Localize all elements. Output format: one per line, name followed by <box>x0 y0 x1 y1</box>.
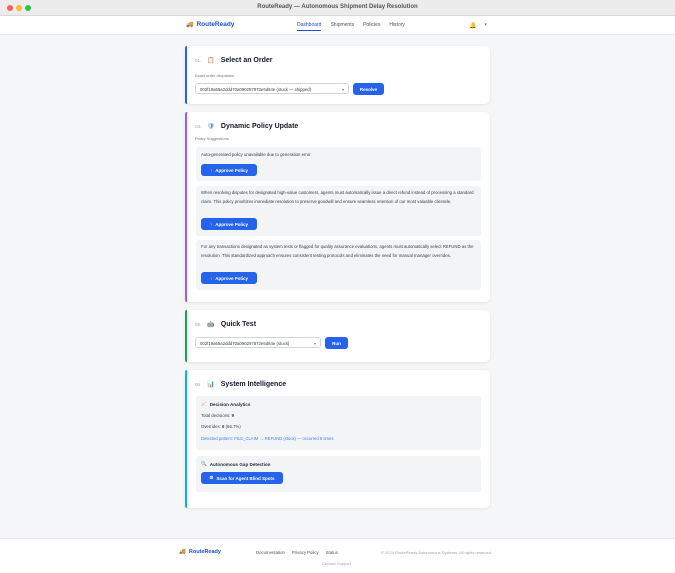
gap-detection-heading: 🔍 Autonomous Gap Detection <box>201 461 270 467</box>
chevron-down-icon: ▾ <box>341 87 344 92</box>
policy-suggestion-text: For any transactions designated as syste… <box>201 244 474 258</box>
main-nav: Dashboard Shipments Policies History <box>297 22 405 31</box>
footer-link-status[interactable]: Status <box>326 550 338 555</box>
footer-logo[interactable]: 🚚 RouteReady <box>179 549 221 555</box>
footer-contact-support[interactable]: Contact Support <box>322 561 351 566</box>
policy-suggestion-item: When resolving disputes for designated h… <box>196 186 481 236</box>
order-select[interactable]: 002f19a65a2ddd70a090297872e6d64e (stuck … <box>195 83 349 94</box>
footer-copyright: © 2024 RouteReady Autonomous Systems. Al… <box>381 550 493 555</box>
step-number: 01. <box>195 58 202 63</box>
card-header: 04. 🛡 Dynamic Policy Update <box>195 123 298 130</box>
card-title: System Intelligence <box>220 381 287 388</box>
footer-link-documentation[interactable]: Documentation <box>256 550 285 555</box>
total-decisions-label: Total decisions: <box>201 413 231 418</box>
shield-icon: 🛡 <box>207 124 215 130</box>
select-order-card: 01. 📋 Select an Order Exact order dropdo… <box>185 46 490 104</box>
approve-policy-label: Approve Policy <box>215 275 248 281</box>
card-title: Dynamic Policy Update <box>220 123 299 130</box>
overrides-percent: (66.7%) <box>225 424 241 429</box>
nav-history[interactable]: History <box>389 22 405 28</box>
approve-policy-label: Approve Policy <box>215 167 248 173</box>
resolve-button[interactable]: Resolve <box>353 83 384 95</box>
overrides-stat: Overrides: 6 (66.7%) <box>201 424 241 429</box>
card-accent <box>185 310 187 362</box>
total-decisions: Total decisions: 9 <box>201 413 234 418</box>
clipboard-icon: 📋 <box>207 58 215 64</box>
decision-analytics-heading: 📈 Decision Analytics <box>201 401 250 407</box>
chevron-down-icon: ▾ <box>313 341 316 346</box>
order-select-value: 002f19a65a2ddd70a090297872e6d64e (stuck … <box>200 87 312 92</box>
footer-link-privacy[interactable]: Privacy Policy <box>292 550 319 555</box>
gap-detection-title: Autonomous Gap Detection <box>209 461 271 467</box>
chart-icon: 📊 <box>207 382 215 388</box>
policy-suggestion-text: Auto-generated policy unavailable due to… <box>201 152 312 157</box>
page-footer: 🚚 RouteReady Documentation Privacy Polic… <box>0 538 675 573</box>
approve-policy-button[interactable]: ↑ Approve Policy <box>201 164 257 176</box>
test-order-select[interactable]: 002f19a65a2ddd70a090297872e6d64e (stuck)… <box>195 337 321 348</box>
magnifier-icon: 🔍 <box>201 461 207 466</box>
bell-icon[interactable]: 🔔 <box>469 22 476 29</box>
card-header: 01. 📋 Select an Order <box>195 57 273 64</box>
step-number: 06. <box>195 382 202 387</box>
header-actions: 🔔 ◐ <box>469 22 488 29</box>
card-title: Quick Test <box>220 321 257 328</box>
scan-icon: ⚙ <box>209 475 214 480</box>
total-decisions-value: 9 <box>231 413 234 418</box>
arrow-up-icon: ↑ <box>209 167 213 173</box>
card-header: 05. 🤖 Quick Test <box>195 321 256 328</box>
approve-policy-button[interactable]: ↑ Approve Policy <box>201 218 257 230</box>
policy-suggestions-label: Policy Suggestions <box>195 136 229 141</box>
scan-blind-spots-button[interactable]: ⚙ Scan for Agent Blind Spots <box>201 472 283 484</box>
footer-logo-text: RouteReady <box>188 549 221 555</box>
truck-icon: 🚚 <box>186 22 194 28</box>
app-logo-text: RouteReady <box>196 21 235 28</box>
gap-detection-panel: 🔍 Autonomous Gap Detection ⚙ Scan for Ag… <box>196 456 481 492</box>
step-number: 04. <box>195 124 202 129</box>
nav-policies[interactable]: Policies <box>363 22 380 28</box>
robot-icon: 🤖 <box>207 322 215 328</box>
arrow-up-icon: ↑ <box>209 275 213 281</box>
moon-icon[interactable]: ◐ <box>484 22 488 29</box>
card-accent <box>185 46 187 104</box>
policy-suggestion-item: Auto-generated policy unavailable due to… <box>196 147 481 181</box>
policy-suggestion-text: When resolving disputes for designated h… <box>201 190 474 204</box>
card-header: 06. 📊 System Intelligence <box>195 381 286 388</box>
nav-shipments[interactable]: Shipments <box>330 22 354 28</box>
decision-analytics-panel: 📈 Decision Analytics Total decisions: 9 … <box>196 396 481 450</box>
approve-policy-label: Approve Policy <box>215 221 248 227</box>
order-dropdown-label: Exact order dropdown <box>195 73 235 78</box>
approve-policy-button[interactable]: ↑ Approve Policy <box>201 272 257 284</box>
run-button[interactable]: Run <box>325 337 348 349</box>
overrides-label: Overrides: <box>201 424 221 429</box>
truck-icon: 🚚 <box>179 549 186 555</box>
analytics-icon: 📈 <box>201 401 207 406</box>
test-order-select-value: 002f19a65a2ddd70a090297872e6d64e (stuck) <box>200 341 290 346</box>
scan-blind-spots-label: Scan for Agent Blind Spots <box>216 475 275 481</box>
detected-pattern: Detected pattern: FILE_CLAIM → REFUND (s… <box>201 436 334 441</box>
app-logo[interactable]: 🚚 RouteReady <box>186 21 234 28</box>
nav-dashboard[interactable]: Dashboard <box>297 22 322 31</box>
footer-links: Documentation Privacy Policy Status <box>256 550 338 555</box>
decision-analytics-title: Decision Analytics <box>209 401 251 407</box>
top-header: 🚚 RouteReady Dashboard Shipments Policie… <box>0 16 675 35</box>
step-number: 05. <box>195 322 202 327</box>
window-titlebar: RouteReady — Autonomous Shipment Delay R… <box>0 0 675 16</box>
arrow-up-icon: ↑ <box>209 221 213 227</box>
quick-test-card: 05. 🤖 Quick Test 002f19a65a2ddd70a090297… <box>185 310 490 362</box>
window-title: RouteReady — Autonomous Shipment Delay R… <box>257 4 418 10</box>
card-title: Select an Order <box>220 57 273 64</box>
card-accent <box>185 112 187 302</box>
card-accent <box>185 370 187 508</box>
overrides-value: 6 <box>222 424 225 429</box>
policy-suggestion-item: For any transactions designated as syste… <box>196 240 481 290</box>
